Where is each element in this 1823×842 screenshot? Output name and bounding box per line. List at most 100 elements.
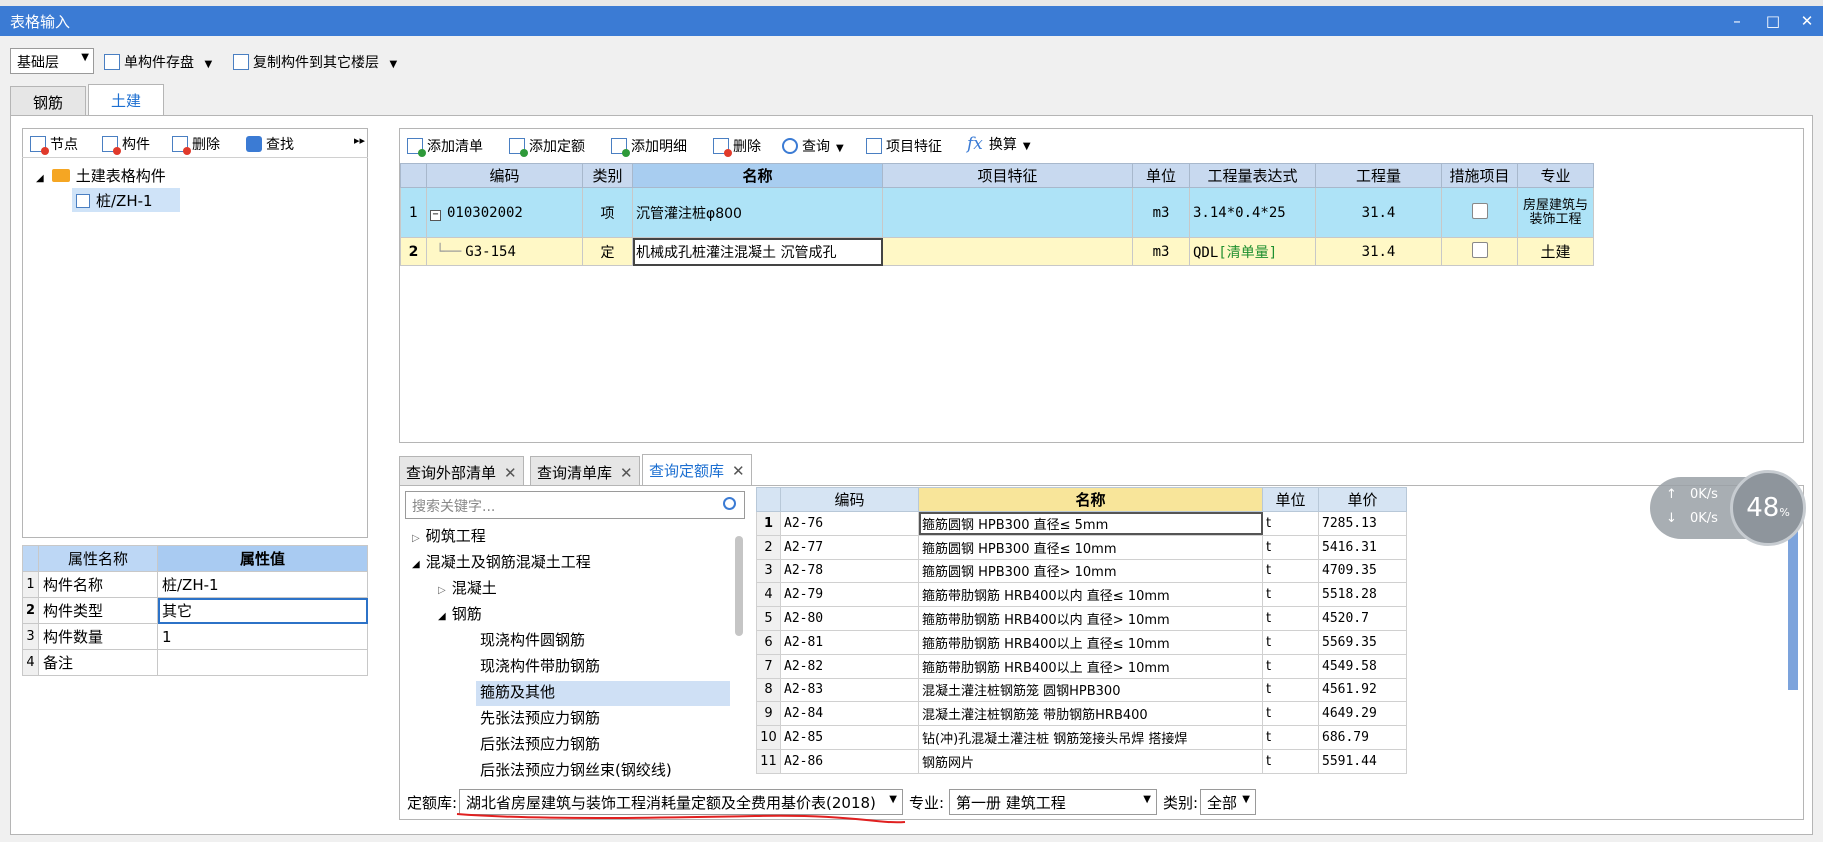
bill-measure[interactable]: [1441, 237, 1518, 266]
quota-name[interactable]: 箍筋带肋钢筋 HRB400以内 直径> 10mm: [918, 606, 1263, 631]
quota-price[interactable]: 686.79: [1318, 725, 1407, 750]
feature-button[interactable]: 项目特征: [864, 132, 944, 158]
quota-name[interactable]: 箍筋带肋钢筋 HRB400以上 直径> 10mm: [918, 653, 1263, 679]
tab-external-list[interactable]: 查询外部清单 ✕: [399, 456, 524, 486]
quota-name[interactable]: 钻(冲)孔混凝土灌注桩 钢筋笼接头吊焊 搭接焊: [918, 725, 1263, 750]
search-input[interactable]: 搜索关键字...: [405, 491, 745, 519]
quota-unit[interactable]: t: [1262, 606, 1319, 631]
bill-feature[interactable]: [882, 237, 1133, 266]
tree-item-leaf[interactable]: 先张法预应力钢筋: [480, 707, 600, 728]
close-icon[interactable]: ✕: [620, 464, 633, 482]
copy-to-floor-button[interactable]: 复制构件到其它楼层 ▼: [231, 48, 399, 74]
delete-button[interactable]: 删除: [170, 130, 222, 156]
tab-list-library[interactable]: 查询清单库 ✕: [530, 456, 640, 486]
table-row[interactable]: 9 A2-84 混凝土灌注桩钢筋笼 带肋钢筋HRB400 t 4649.29: [756, 701, 1407, 727]
bill-code-cell[interactable]: −010302002: [426, 187, 583, 238]
quota-price[interactable]: 4520.7: [1318, 606, 1407, 631]
quota-unit[interactable]: t: [1262, 653, 1319, 679]
quota-code[interactable]: A2-83: [780, 677, 919, 703]
tree-item-rebar[interactable]: ◢ 钢筋: [438, 603, 482, 624]
quota-price[interactable]: 4561.92: [1318, 677, 1407, 703]
query-button[interactable]: 查询 ▼: [780, 132, 846, 158]
table-row[interactable]: 6 A2-81 箍筋带肋钢筋 HRB400以上 直径≤ 10mm t 5569.35: [756, 629, 1407, 655]
quota-code[interactable]: A2-84: [780, 701, 919, 727]
table-row[interactable]: 1 −010302002 项 沉管灌注桩φ800 m3 3.14*0.4*25 …: [400, 187, 1594, 238]
add-quota-button[interactable]: 添加定额: [507, 132, 587, 158]
quota-unit[interactable]: t: [1262, 677, 1319, 703]
tree-item-leaf[interactable]: 现浇构件圆钢筋: [480, 629, 585, 650]
table-row[interactable]: 2 A2-77 箍筋圆钢 HPB300 直径≤ 10mm t 5416.31: [756, 534, 1407, 560]
quota-unit[interactable]: t: [1262, 725, 1319, 750]
close-icon[interactable]: ✕: [504, 464, 517, 482]
more-icon[interactable]: ▸▸: [352, 130, 367, 156]
tree-item-leaf-selected[interactable]: 箍筋及其他: [476, 681, 730, 706]
quota-name[interactable]: 箍筋圆钢 HPB300 直径≤ 5mm: [918, 511, 1263, 536]
quota-price[interactable]: 5416.31: [1318, 534, 1407, 560]
property-row[interactable]: 3 构件数量 1: [22, 623, 368, 650]
bill-unit[interactable]: m3: [1132, 237, 1190, 266]
table-row[interactable]: 2 └── G3-154 定 机械成孔桩灌注混凝土 沉管成孔 m3 QDL[清单量…: [400, 237, 1594, 266]
add-list-button[interactable]: 添加清单: [405, 132, 485, 158]
quota-unit[interactable]: t: [1262, 629, 1319, 655]
tree-scrollbar[interactable]: [735, 536, 743, 636]
quota-name[interactable]: 箍筋带肋钢筋 HRB400以内 直径≤ 10mm: [918, 582, 1263, 608]
bill-code-cell[interactable]: └── G3-154: [426, 237, 583, 266]
quota-code[interactable]: A2-85: [780, 725, 919, 750]
bill-type[interactable]: 定: [582, 237, 633, 266]
tree-root[interactable]: ◢ 土建表格构件: [36, 165, 166, 186]
convert-button[interactable]: fx 换算 ▼: [965, 130, 1033, 156]
quota-price[interactable]: 7285.13: [1318, 511, 1407, 536]
memory-usage-circle[interactable]: 48%: [1730, 470, 1806, 546]
bill-expression[interactable]: QDL[清单量]: [1189, 237, 1316, 266]
node-button[interactable]: 节点: [28, 130, 80, 156]
table-row[interactable]: 3 A2-78 箍筋圆钢 HPB300 直径> 10mm t 4709.35: [756, 558, 1407, 584]
quota-price[interactable]: 5591.44: [1318, 748, 1407, 774]
property-row[interactable]: 4 备注: [22, 649, 368, 676]
quota-name[interactable]: 钢筋网片: [918, 748, 1263, 774]
quota-price[interactable]: 5518.28: [1318, 582, 1407, 608]
tab-rebar[interactable]: 钢筋: [10, 86, 86, 116]
collapse-icon[interactable]: −: [430, 209, 441, 221]
tree-item-concrete-sub[interactable]: ▷ 混凝土: [438, 577, 497, 598]
quota-unit[interactable]: t: [1262, 534, 1319, 560]
quota-code[interactable]: A2-86: [780, 748, 919, 774]
quota-price[interactable]: 5569.35: [1318, 629, 1407, 655]
component-button[interactable]: 构件: [100, 130, 152, 156]
quota-code[interactable]: A2-77: [780, 534, 919, 560]
table-row[interactable]: 7 A2-82 箍筋带肋钢筋 HRB400以上 直径> 10mm t 4549.58: [756, 653, 1407, 679]
bill-major[interactable]: 土建: [1517, 237, 1594, 266]
prop-value[interactable]: 1: [157, 623, 368, 650]
bill-quantity[interactable]: 31.4: [1315, 237, 1442, 266]
quota-code[interactable]: A2-79: [780, 582, 919, 608]
bill-major[interactable]: 房屋建筑与装饰工程: [1517, 187, 1594, 238]
quota-unit[interactable]: t: [1262, 748, 1319, 774]
prop-value[interactable]: 其它: [157, 597, 368, 624]
major-select[interactable]: 第一册 建筑工程 ▼: [949, 789, 1157, 815]
quota-code[interactable]: A2-81: [780, 629, 919, 655]
bill-name[interactable]: 机械成孔桩灌注混凝土 沉管成孔: [632, 237, 883, 266]
maximize-icon[interactable]: □: [1758, 9, 1788, 33]
bill-quantity[interactable]: 31.4: [1315, 187, 1442, 238]
quota-price[interactable]: 4709.35: [1318, 558, 1407, 584]
prop-value[interactable]: [157, 649, 368, 676]
table-row[interactable]: 11 A2-86 钢筋网片 t 5591.44: [756, 748, 1407, 774]
tree-item-leaf[interactable]: 后张法预应力钢丝束(钢绞线): [480, 759, 672, 780]
tab-civil[interactable]: 土建: [88, 84, 164, 116]
prop-value[interactable]: 桩/ZH-1: [157, 571, 368, 598]
save-component-button[interactable]: 单构件存盘 ▼: [102, 48, 214, 74]
table-row[interactable]: 5 A2-80 箍筋带肋钢筋 HRB400以内 直径> 10mm t 4520.7: [756, 606, 1407, 631]
table-row[interactable]: 1 A2-76 箍筋圆钢 HPB300 直径≤ 5mm t 7285.13: [756, 511, 1407, 536]
table-row[interactable]: 10 A2-85 钻(冲)孔混凝土灌注桩 钢筋笼接头吊焊 搭接焊 t 686.79: [756, 725, 1407, 750]
minimize-icon[interactable]: –: [1722, 9, 1752, 33]
quota-code[interactable]: A2-82: [780, 653, 919, 679]
bill-name[interactable]: 沉管灌注桩φ800: [632, 187, 883, 238]
table-row[interactable]: 8 A2-83 混凝土灌注桩钢筋笼 圆钢HPB300 t 4561.92: [756, 677, 1407, 703]
tree-item-masonry[interactable]: ▷ 砌筑工程: [412, 525, 486, 546]
bill-feature[interactable]: [882, 187, 1133, 238]
quota-unit[interactable]: t: [1262, 558, 1319, 584]
bill-measure[interactable]: [1441, 187, 1518, 238]
quota-code[interactable]: A2-80: [780, 606, 919, 631]
tree-item-leaf[interactable]: 后张法预应力钢筋: [480, 733, 600, 754]
quota-name[interactable]: 箍筋圆钢 HPB300 直径> 10mm: [918, 558, 1263, 584]
quota-price[interactable]: 4649.29: [1318, 701, 1407, 727]
